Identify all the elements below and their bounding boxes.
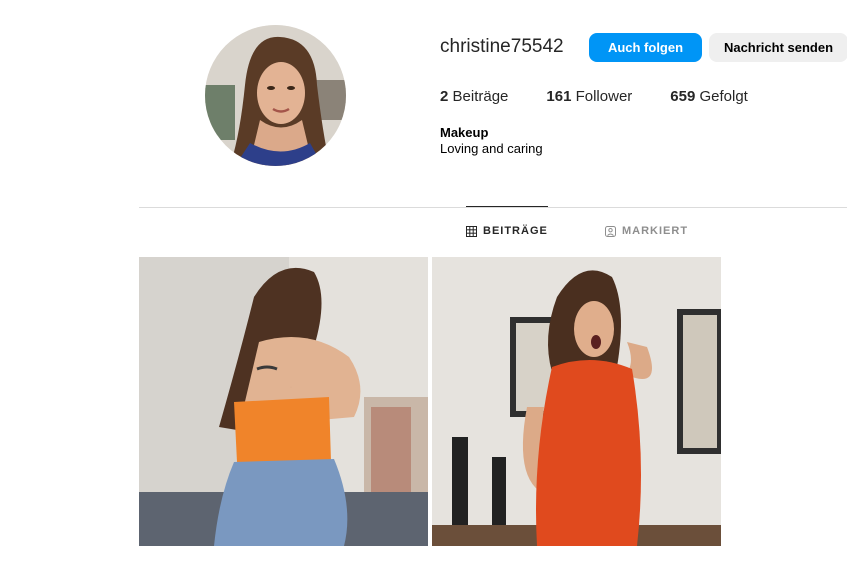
profile-page: christine75542 Auch folgen Nachricht sen… — [0, 0, 847, 582]
tab-posts-label: BEITRÄGE — [483, 225, 548, 237]
followers-stat[interactable]: 161 Follower — [546, 88, 632, 105]
bio-name: Makeup — [440, 125, 489, 140]
grid-icon — [466, 225, 477, 237]
follow-button[interactable]: Auch folgen — [589, 33, 702, 62]
profile-username: christine75542 — [440, 36, 564, 57]
profile-stats: 2 Beiträge 161 Follower 659 Gefolgt — [440, 88, 786, 105]
tag-user-icon — [605, 225, 616, 237]
posts-count: 2 — [440, 88, 449, 105]
post-image — [139, 257, 428, 546]
followers-count: 161 — [546, 88, 572, 105]
post-thumbnail[interactable] — [139, 257, 428, 546]
tabs-divider — [139, 207, 847, 208]
bio-text: Loving and caring — [440, 141, 543, 156]
tab-tagged-label: MARKIERT — [622, 225, 689, 237]
posts-stat: 2 Beiträge — [440, 88, 508, 105]
send-message-button[interactable]: Nachricht senden — [709, 33, 847, 62]
followers-label: Follower — [575, 88, 633, 105]
active-tab-indicator — [466, 206, 548, 207]
tab-posts[interactable]: BEITRÄGE — [466, 225, 548, 237]
posts-label: Beiträge — [452, 88, 509, 105]
profile-avatar[interactable] — [205, 25, 346, 166]
following-count: 659 — [670, 88, 696, 105]
post-thumbnail[interactable] — [432, 257, 721, 546]
post-image — [432, 257, 721, 546]
following-stat[interactable]: 659 Gefolgt — [670, 88, 748, 105]
tab-tagged[interactable]: MARKIERT — [605, 225, 688, 237]
following-label: Gefolgt — [699, 88, 748, 105]
